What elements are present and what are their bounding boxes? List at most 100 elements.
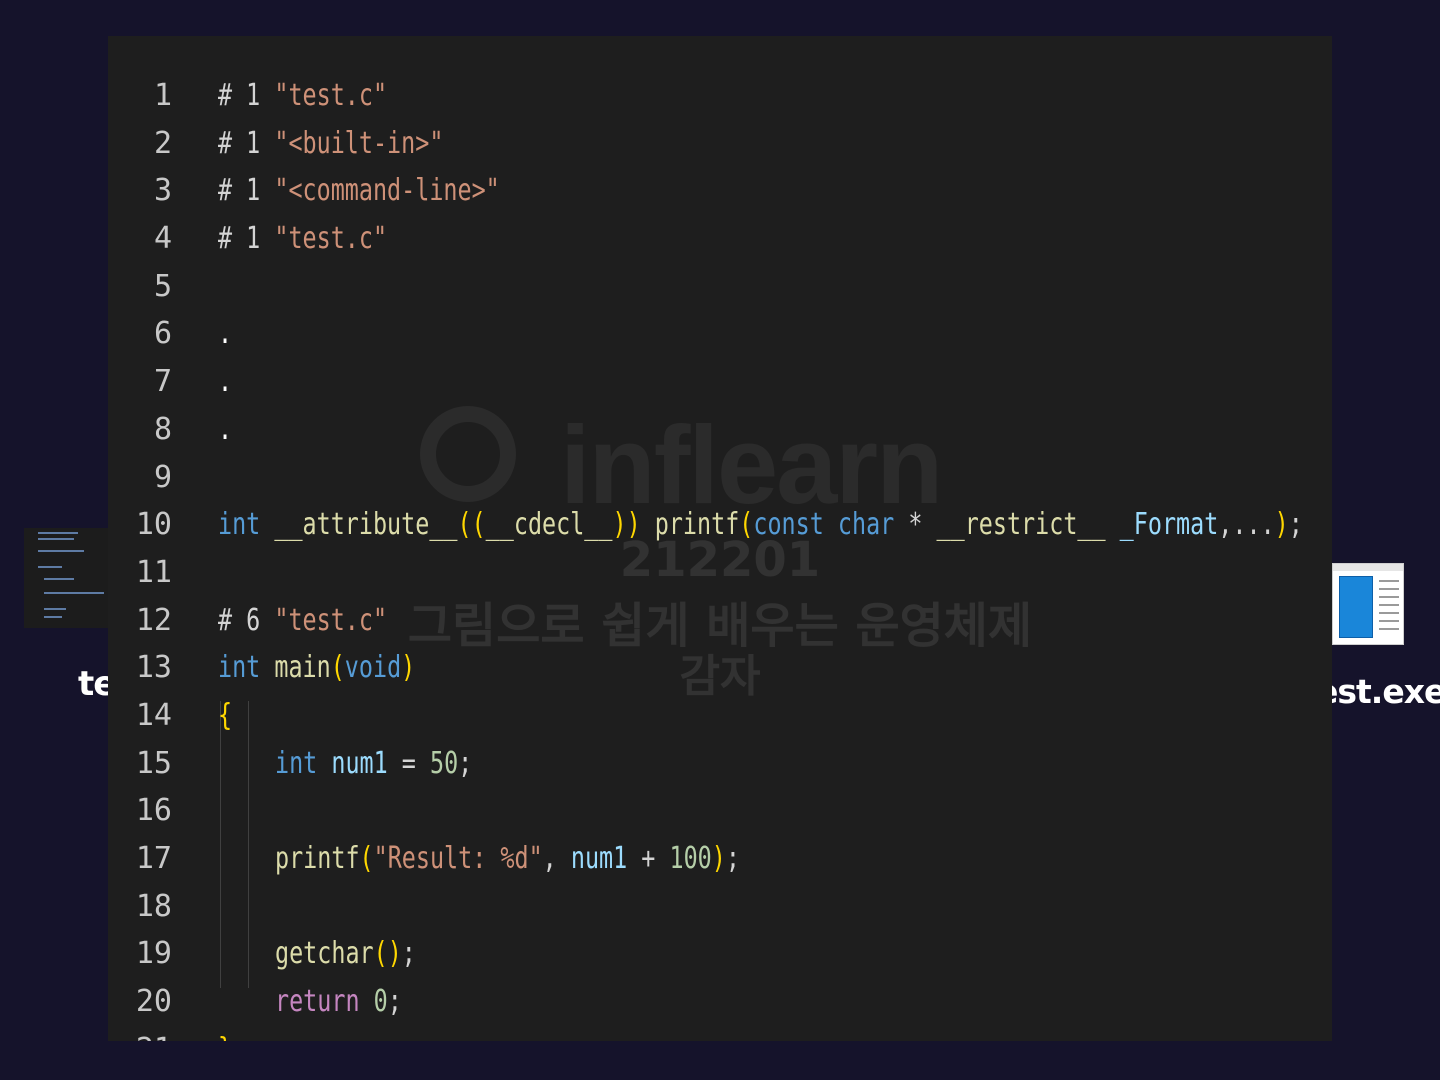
code-line[interactable]: 4 # 1 "test.c" xyxy=(108,215,1332,263)
code-token: __restrict__ xyxy=(936,507,1106,543)
exe-file-icon[interactable] xyxy=(1332,563,1404,645)
code-line[interactable]: 21} xyxy=(108,1026,1332,1041)
code-text: } xyxy=(218,1026,232,1041)
code-token: "test.c" xyxy=(274,221,388,257)
exe-file-label[interactable]: est.exe xyxy=(1332,672,1440,711)
code-token: , xyxy=(542,841,571,876)
code-line[interactable]: 9 xyxy=(108,454,1332,502)
line-number: 17 xyxy=(135,841,172,876)
code-line[interactable]: 8. xyxy=(108,406,1332,454)
line-number: 12 xyxy=(135,602,172,638)
code-line[interactable]: 3 # 1 "<command-line>" xyxy=(108,167,1332,215)
code-token: ; xyxy=(387,984,402,1020)
code-token: . xyxy=(218,411,233,447)
code-token: printf xyxy=(654,507,740,543)
code-text: . xyxy=(218,310,232,358)
code-token: # 1 xyxy=(218,221,275,257)
code-line[interactable]: 7. xyxy=(108,358,1332,406)
code-token: "test.c" xyxy=(274,78,388,113)
code-line[interactable]: 6. xyxy=(108,310,1332,358)
code-token: 100 xyxy=(669,841,712,876)
line-number: 3 xyxy=(153,173,172,209)
code-line[interactable]: 14 { xyxy=(108,692,1332,740)
code-text: . xyxy=(218,406,232,454)
code-token: num1 xyxy=(331,745,388,781)
code-text: getchar(); xyxy=(275,930,416,978)
code-token: # 1 xyxy=(218,78,275,113)
source-file-icon[interactable] xyxy=(24,528,114,628)
code-line[interactable]: 16 xyxy=(108,787,1332,835)
line-number: 15 xyxy=(135,745,172,781)
code-token: (( xyxy=(457,507,486,543)
code-token: getchar xyxy=(275,936,374,972)
code-token: { xyxy=(218,697,233,733)
code-token: + xyxy=(627,841,670,876)
code-text: # 1 "<command-line>" xyxy=(218,167,500,215)
code-token: ( xyxy=(359,841,374,876)
code-text: # 1 "test.c" xyxy=(218,215,387,263)
code-token: } xyxy=(218,1032,232,1041)
code-text: # 1 "<built-in>" xyxy=(218,120,443,168)
code-token: ( xyxy=(739,507,754,543)
code-token: int xyxy=(218,507,261,543)
code-token: int xyxy=(218,650,261,686)
line-number: 18 xyxy=(135,888,172,924)
code-token: . xyxy=(218,316,233,352)
code-token: 50 xyxy=(429,745,459,781)
line-number: 4 xyxy=(153,221,172,257)
code-text: # 6 "test.c" xyxy=(218,597,387,645)
code-line[interactable]: 1 # 1 "test.c" xyxy=(108,72,1332,120)
code-line[interactable]: 20 return 0; xyxy=(108,978,1332,1026)
line-number: 11 xyxy=(135,554,172,590)
code-line[interactable]: 18 xyxy=(108,883,1332,931)
code-line[interactable]: 12 # 6 "test.c" xyxy=(108,597,1332,645)
code-line[interactable]: 17 printf("Result: %d", num1 + 100); xyxy=(108,835,1332,883)
line-number: 13 xyxy=(135,650,172,686)
code-token: # 6 xyxy=(218,602,275,638)
code-token: __cdecl__ xyxy=(485,507,613,543)
code-line[interactable]: 5 xyxy=(108,263,1332,311)
code-area[interactable]: 1 # 1 "test.c" 2 # 1 "<built-in>" 3 # 1 "<com… xyxy=(108,72,1332,1041)
code-text: . xyxy=(218,358,232,406)
code-line[interactable]: 13 int main(void) xyxy=(108,644,1332,692)
code-token: = xyxy=(387,745,430,781)
code-token: printf xyxy=(275,841,360,876)
code-token: () xyxy=(373,936,402,972)
code-token: )) xyxy=(612,507,641,543)
code-token: ; xyxy=(401,936,416,972)
code-token: . xyxy=(218,364,233,400)
line-number: 8 xyxy=(153,411,172,447)
line-number: 14 xyxy=(135,697,172,733)
line-number: 19 xyxy=(135,936,172,972)
code-token: "Result: %d" xyxy=(373,841,543,876)
code-line[interactable]: 11 xyxy=(108,549,1332,597)
line-number: 7 xyxy=(153,364,172,400)
code-token: 0 xyxy=(373,984,388,1020)
code-token: main xyxy=(274,650,331,686)
code-token: ) xyxy=(1274,507,1289,543)
code-text: { xyxy=(218,692,232,740)
desktop: te est.exe 1# 1 "test.c"2# 1 "<built-in>… xyxy=(0,0,1440,1080)
code-line[interactable]: 19 getchar(); xyxy=(108,930,1332,978)
code-line[interactable]: 10 int __attribute__((__cdecl__)) printf(… xyxy=(108,501,1332,549)
code-line[interactable]: 15 int num1 = 50; xyxy=(108,740,1332,788)
code-text: printf("Result: %d", num1 + 100); xyxy=(275,835,740,883)
code-token: # 1 xyxy=(218,125,275,161)
code-text: int num1 = 50; xyxy=(275,740,472,788)
code-editor[interactable]: 1 # 1 "test.c" 2 # 1 "<built-in>" 3 # 1 "<com… xyxy=(108,36,1332,1041)
code-token: ; xyxy=(1288,507,1303,543)
line-number: 6 xyxy=(153,316,172,352)
line-number: 21 xyxy=(108,1026,172,1041)
code-token: void xyxy=(344,650,402,686)
code-token: int xyxy=(275,745,318,781)
code-token: _Format xyxy=(1119,507,1219,543)
code-token: ( xyxy=(330,650,345,686)
line-number: 20 xyxy=(135,984,172,1020)
code-line[interactable]: 2 # 1 "<built-in>" xyxy=(108,120,1332,168)
